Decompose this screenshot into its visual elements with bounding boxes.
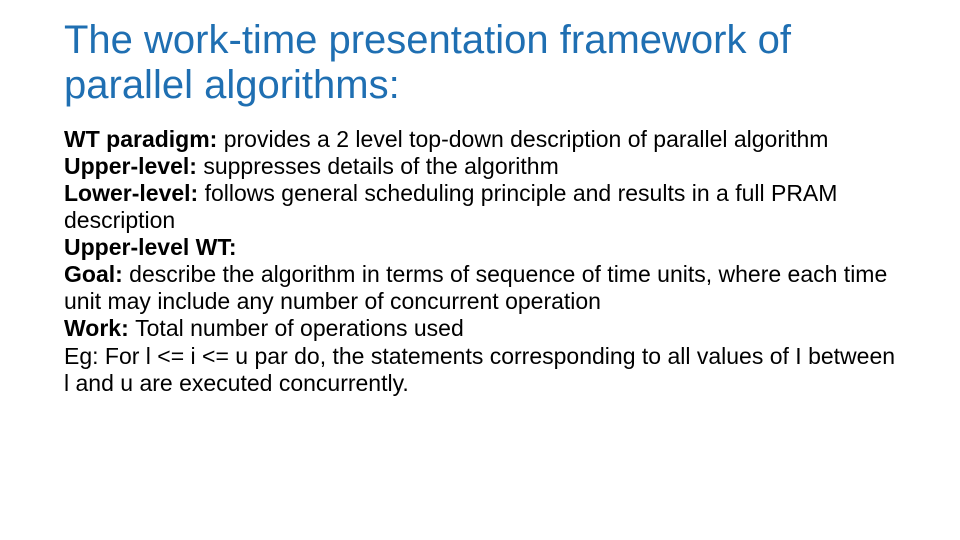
text-eg: Eg: For l <= i <= u par do, the statemen… — [64, 343, 895, 396]
item-goal: Goal: describe the algorithm in terms of… — [64, 261, 896, 315]
slide-body: WT paradigm: provides a 2 level top-down… — [64, 126, 896, 397]
item-wt-paradigm: WT paradigm: provides a 2 level top-down… — [64, 126, 896, 153]
label-upper-level-wt: Upper-level WT: — [64, 234, 237, 260]
label-wt-paradigm: WT paradigm: — [64, 126, 224, 152]
slide-title: The work-time presentation framework of … — [64, 18, 896, 108]
item-lower-level: Lower-level: follows general scheduling … — [64, 180, 896, 234]
item-upper-level: Upper-level: suppresses details of the a… — [64, 153, 896, 180]
text-work: Total number of operations used — [135, 315, 464, 341]
item-upper-level-wt: Upper-level WT: — [64, 234, 896, 261]
label-lower-level: Lower-level: — [64, 180, 205, 206]
text-wt-paradigm: provides a 2 level top-down description … — [224, 126, 829, 152]
label-upper-level: Upper-level: — [64, 153, 203, 179]
text-goal: describe the algorithm in terms of seque… — [64, 261, 887, 314]
label-goal: Goal: — [64, 261, 129, 287]
label-work: Work: — [64, 315, 135, 341]
item-work: Work: Total number of operations used — [64, 315, 896, 342]
text-upper-level: suppresses details of the algorithm — [203, 153, 558, 179]
item-eg: Eg: For l <= i <= u par do, the statemen… — [64, 343, 896, 397]
